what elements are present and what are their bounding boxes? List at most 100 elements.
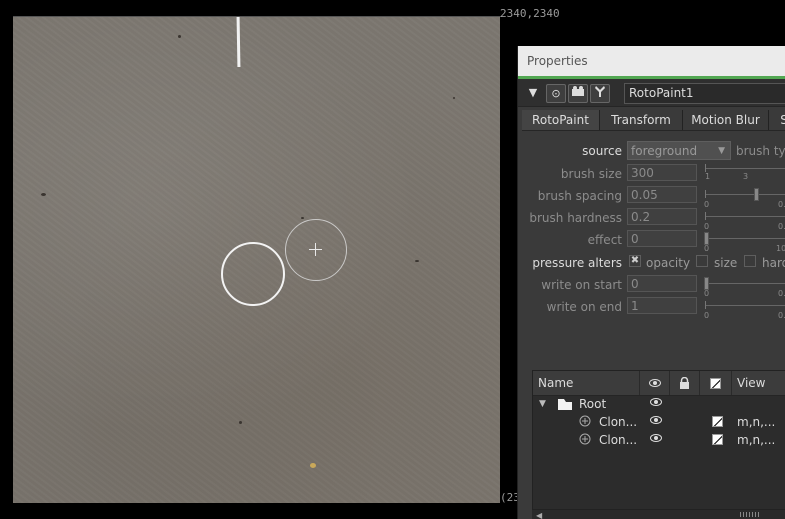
opacity-checkbox-label: opacity [646, 256, 691, 270]
brush-spacing-row: brush spacing 0.05 0 0. [518, 186, 785, 209]
clone-brush-icon [579, 415, 591, 427]
effect-field[interactable]: 0 [627, 230, 697, 247]
eye-icon[interactable] [650, 398, 662, 406]
blend-mode-icon[interactable] [712, 434, 723, 445]
brush-size-slider[interactable] [705, 168, 785, 169]
collapse-icon[interactable]: ▼ [524, 84, 542, 101]
texture-speck [41, 193, 46, 196]
white-scratch-mark [236, 17, 241, 68]
layer-row-root[interactable]: ▼ Root [533, 395, 785, 413]
properties-title: Properties [518, 46, 785, 79]
effect-row: effect 0 0 10 [518, 230, 785, 253]
camera-icon[interactable] [568, 84, 588, 103]
expand-icon[interactable]: ▼ [539, 399, 546, 409]
source-label: source [582, 144, 622, 158]
scrollbar-grip[interactable] [740, 512, 760, 517]
node-toolbar: ▼ ⊙ RotoPaint1 [518, 79, 785, 107]
brush-type-label: brush typ [736, 144, 785, 158]
opacity-checkbox[interactable]: ✖ [629, 255, 641, 267]
clone-source-circle[interactable] [285, 219, 347, 281]
slider-tick [705, 212, 706, 220]
write-on-start-field[interactable]: 0 [627, 275, 697, 292]
layer-name: Root [579, 397, 607, 411]
layer-list[interactable]: Name View ▼ Root Clon... m,n,... Clon...… [532, 370, 785, 519]
chevron-down-icon: ▼ [718, 146, 725, 156]
clone-brush-icon [579, 433, 591, 445]
tools-icon[interactable] [590, 84, 610, 103]
column-header-blend[interactable] [700, 371, 732, 395]
viewer-canvas[interactable] [13, 17, 500, 503]
layer-name: Clon... [599, 433, 638, 447]
column-header-lock[interactable] [670, 371, 700, 395]
eye-icon[interactable] [650, 416, 662, 424]
node-name-field[interactable]: RotoPaint1 [624, 83, 785, 104]
properties-tabs: RotoPaint Transform Motion Blur S [522, 110, 785, 131]
write-on-end-row: write on end 1 0 0. [518, 297, 785, 320]
texture-speck [239, 421, 242, 424]
eye-icon [649, 379, 661, 387]
layer-name: Clon... [599, 415, 638, 429]
tab-s[interactable]: S [769, 110, 785, 130]
brush-hardness-row: brush hardness 0.2 0 0. [518, 208, 785, 231]
brush-cursor-circle[interactable] [221, 242, 285, 306]
source-row: source foreground ▼ brush typ [518, 141, 785, 161]
tick-label: 0. [778, 311, 785, 320]
tab-transform[interactable]: Transform [600, 110, 683, 130]
layer-list-header: Name View [533, 371, 785, 396]
brush-spacing-field[interactable]: 0.05 [627, 186, 697, 203]
tab-rotopaint[interactable]: RotoPaint [522, 110, 600, 130]
tick-label: 1 [705, 172, 711, 181]
brush-hardness-slider[interactable] [705, 216, 785, 217]
column-header-view[interactable]: View [732, 371, 785, 395]
tick-label: 0 [704, 244, 710, 253]
effect-slider[interactable] [705, 238, 785, 239]
column-header-visibility[interactable] [640, 371, 670, 395]
texture-speck [178, 35, 181, 38]
viewer-coord-top-right: 2340,2340 [500, 7, 560, 20]
slider-tick [705, 164, 706, 172]
folder-icon [558, 399, 572, 410]
brush-hardness-label: brush hardness [529, 211, 622, 225]
write-on-start-slider[interactable] [705, 283, 785, 284]
texture-speck [301, 217, 304, 219]
write-on-start-row: write on start 0 0 0. [518, 275, 785, 298]
brush-hardness-field[interactable]: 0.2 [627, 208, 697, 225]
yellow-speck [310, 463, 316, 468]
brush-size-field[interactable]: 300 [627, 164, 697, 181]
size-checkbox-label: size [714, 256, 738, 270]
source-dropdown[interactable]: foreground ▼ [627, 141, 731, 160]
brush-spacing-knob[interactable] [754, 188, 759, 201]
lock-icon [680, 376, 689, 389]
slider-tick [705, 190, 706, 198]
hardness-checkbox[interactable] [744, 255, 756, 267]
camera-icon-glyph [572, 86, 584, 96]
brush-size-row: brush size 300 1 3 [518, 164, 785, 184]
blend-mode-icon[interactable] [712, 416, 723, 427]
clone-source-crosshair [315, 243, 316, 256]
pressure-alters-label: pressure alters [532, 256, 622, 270]
layer-view: m,n,... [737, 433, 776, 447]
eye-icon[interactable] [650, 434, 662, 442]
brush-spacing-label: brush spacing [537, 189, 622, 203]
write-on-start-label: write on start [541, 278, 622, 292]
tab-motion-blur[interactable]: Motion Blur [683, 110, 769, 130]
pressure-alters-row: pressure alters ✖ opacity size hard [518, 253, 785, 273]
layer-list-scrollbar[interactable]: ◀ [532, 509, 785, 519]
tick-label: 10 [776, 244, 785, 253]
blend-mode-icon [710, 378, 721, 389]
brush-size-label: brush size [560, 167, 622, 181]
scroll-left-icon[interactable]: ◀ [536, 511, 542, 519]
source-value: foreground [631, 144, 698, 158]
texture-speck [415, 260, 419, 262]
write-on-end-field[interactable]: 1 [627, 297, 697, 314]
brush-spacing-slider[interactable] [705, 194, 785, 195]
size-checkbox[interactable] [696, 255, 708, 267]
write-on-end-slider[interactable] [705, 305, 785, 306]
layer-view: m,n,... [737, 415, 776, 429]
tick-label: 0 [704, 311, 710, 320]
properties-panel: Properties ▼ ⊙ RotoPaint1 RotoPaint Tran… [517, 46, 785, 519]
column-header-name[interactable]: Name [533, 371, 640, 395]
view-node-icon[interactable]: ⊙ [546, 84, 566, 103]
layer-row-clone[interactable]: Clon... m,n,... [533, 431, 785, 449]
layer-row-clone[interactable]: Clon... m,n,... [533, 413, 785, 431]
